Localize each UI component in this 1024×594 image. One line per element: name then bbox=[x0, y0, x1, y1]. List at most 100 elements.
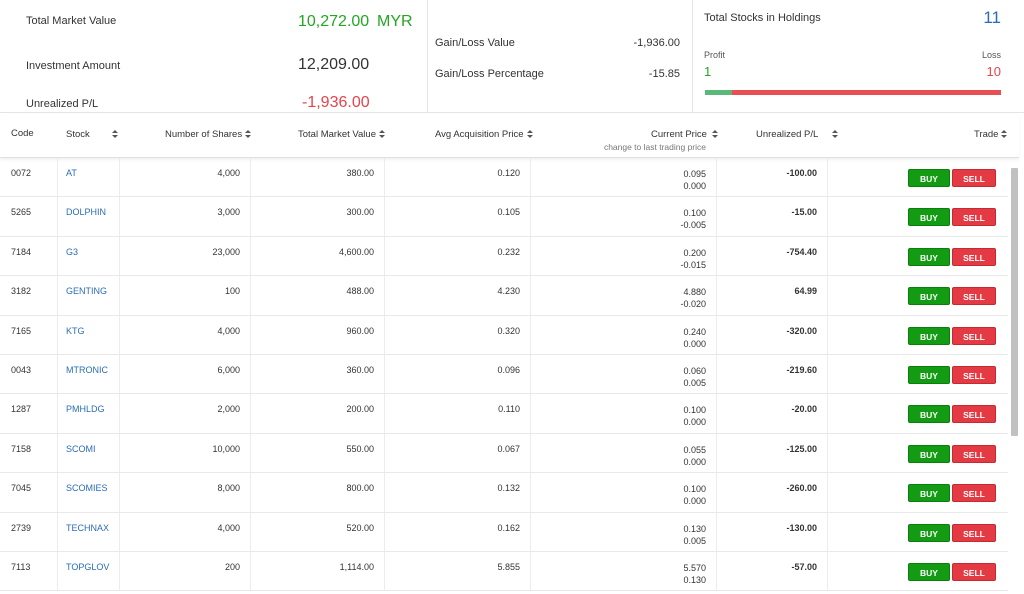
cell-trade: BUY SELL bbox=[828, 316, 1008, 354]
header-stock[interactable]: Stock bbox=[66, 128, 118, 140]
buy-button[interactable]: BUY bbox=[908, 208, 950, 227]
cell-stock-link[interactable]: TECHNAX bbox=[58, 512, 120, 551]
cell-avg-price: 0.110 bbox=[385, 394, 531, 433]
current-price-value: 0.100 bbox=[683, 484, 706, 495]
cell-shares: 3,000 bbox=[120, 197, 251, 236]
cell-unrealized-pl: -320.00 bbox=[717, 315, 828, 354]
cell-stock-link[interactable]: MTRONIC bbox=[58, 355, 120, 394]
header-shares[interactable]: Number of Shares bbox=[165, 128, 252, 140]
buy-button[interactable]: BUY bbox=[908, 405, 950, 424]
cell-trade: BUY SELL bbox=[828, 473, 1008, 511]
table-scrollbar[interactable] bbox=[1011, 168, 1018, 436]
sort-icon[interactable] bbox=[832, 130, 839, 139]
buy-button[interactable]: BUY bbox=[908, 247, 950, 266]
cell-market-value: 1,114.00 bbox=[251, 552, 385, 591]
total-stocks-label: Total Stocks in Holdings bbox=[704, 12, 821, 24]
cell-avg-price: 0.132 bbox=[385, 473, 531, 512]
holdings-table-body: 0072 AT 4,000 380.00 0.120 0.095 0.000 -100.00 B… bbox=[0, 158, 1008, 594]
buy-button[interactable]: BUY bbox=[908, 484, 950, 503]
current-price-value: 5.570 bbox=[683, 563, 706, 573]
sell-button[interactable]: SELL bbox=[952, 523, 996, 542]
header-trade-label: Trade bbox=[974, 129, 999, 140]
total-market-value-label: Total Market Value bbox=[26, 15, 117, 27]
price-change-value: 0.000 bbox=[683, 496, 706, 507]
sell-button[interactable]: SELL bbox=[952, 208, 996, 227]
buy-button[interactable]: BUY bbox=[908, 287, 950, 306]
current-price-value: 0.240 bbox=[683, 326, 706, 337]
cell-code: 2739 bbox=[0, 512, 58, 551]
cell-code: 7184 bbox=[0, 236, 58, 276]
cell-unrealized-pl: -100.00 bbox=[717, 158, 828, 197]
current-price-subheader: change to last trading price bbox=[603, 142, 706, 152]
sell-button[interactable]: SELL bbox=[952, 405, 996, 424]
cell-current-price: 0.240 0.000 bbox=[531, 315, 717, 354]
cell-code: 0072 bbox=[0, 158, 58, 197]
current-price-value: 0.200 bbox=[683, 247, 706, 258]
cell-stock-link[interactable]: SCOMI bbox=[58, 433, 120, 473]
unrealized-pl-value: -1,936.00 bbox=[302, 94, 370, 111]
cell-unrealized-pl: -130.00 bbox=[717, 512, 828, 551]
header-trade[interactable]: Trade bbox=[974, 128, 1008, 140]
sell-button[interactable]: SELL bbox=[952, 326, 996, 345]
cell-market-value: 488.00 bbox=[251, 276, 385, 315]
sell-button[interactable]: SELL bbox=[952, 563, 996, 581]
sort-icon[interactable] bbox=[245, 130, 252, 139]
header-unrealized-pl[interactable]: Unrealized P/L bbox=[756, 128, 839, 140]
sell-button[interactable]: SELL bbox=[952, 444, 996, 463]
cell-stock-link[interactable]: TOPGLOV bbox=[58, 552, 120, 591]
total-stocks-count: 11 bbox=[983, 8, 1001, 27]
header-market-value[interactable]: Total Market Value bbox=[298, 128, 385, 140]
sort-icon[interactable] bbox=[111, 130, 118, 139]
buy-button[interactable]: BUY bbox=[908, 444, 950, 463]
cell-code: 5265 bbox=[0, 197, 58, 236]
sort-icon[interactable] bbox=[378, 130, 385, 139]
cell-current-price: 0.055 0.000 bbox=[531, 433, 717, 473]
cell-current-price: 4.880 -0.020 bbox=[531, 276, 717, 315]
cell-stock-link[interactable]: KTG bbox=[58, 315, 120, 354]
header-avg-price-label: Avg Acquisition Price bbox=[435, 129, 524, 140]
header-code[interactable]: Code bbox=[11, 128, 34, 139]
header-avg-price[interactable]: Avg Acquisition Price bbox=[435, 128, 533, 140]
sell-button[interactable]: SELL bbox=[952, 287, 996, 306]
buy-button[interactable]: BUY bbox=[908, 366, 950, 384]
loss-label: Loss bbox=[981, 50, 1001, 60]
buy-button[interactable]: BUY bbox=[908, 563, 950, 581]
sort-icon[interactable] bbox=[1001, 130, 1008, 139]
cell-trade: BUY SELL bbox=[828, 276, 1008, 314]
cell-shares: 10,000 bbox=[120, 433, 251, 473]
sort-icon[interactable] bbox=[526, 130, 533, 139]
cell-code: 0043 bbox=[0, 355, 58, 394]
current-price-value: 0.060 bbox=[683, 366, 706, 376]
cell-unrealized-pl: -125.00 bbox=[717, 433, 828, 473]
current-price-value: 0.100 bbox=[683, 208, 706, 219]
cell-unrealized-pl: -57.00 bbox=[717, 552, 828, 591]
cell-stock-link[interactable]: PMHLDG bbox=[58, 394, 120, 433]
cell-shares: 4,000 bbox=[120, 512, 251, 551]
sell-button[interactable]: SELL bbox=[952, 169, 996, 187]
cell-stock-link[interactable]: AT bbox=[58, 158, 120, 197]
cell-shares: 23,000 bbox=[120, 236, 251, 276]
profit-label: Profit bbox=[704, 50, 726, 60]
cell-unrealized-pl: -15.00 bbox=[717, 197, 828, 236]
cell-stock-link[interactable]: G3 bbox=[58, 236, 120, 276]
buy-button[interactable]: BUY bbox=[908, 523, 950, 542]
sell-button[interactable]: SELL bbox=[952, 366, 996, 384]
buy-button[interactable]: BUY bbox=[908, 169, 950, 187]
unrealized-pl-label: Unrealized P/L bbox=[26, 98, 99, 110]
header-current-price[interactable]: Current Price bbox=[651, 128, 718, 140]
cell-current-price: 0.095 0.000 bbox=[531, 158, 717, 197]
cell-stock-link[interactable]: DOLPHIN bbox=[58, 197, 120, 236]
cell-stock-link[interactable]: GENTING bbox=[58, 276, 120, 315]
header-current-price-label: Current Price bbox=[651, 129, 707, 140]
sort-icon[interactable] bbox=[711, 130, 718, 139]
cell-stock-link[interactable]: SCOMIES bbox=[58, 473, 120, 512]
gain-loss-pct: -15.85 bbox=[648, 68, 680, 80]
cell-code: 3182 bbox=[0, 276, 58, 315]
price-change-value: 0.000 bbox=[683, 338, 706, 349]
gain-loss-pct-label: Gain/Loss Percentage bbox=[435, 68, 544, 80]
sell-button[interactable]: SELL bbox=[952, 484, 996, 503]
buy-button[interactable]: BUY bbox=[908, 326, 950, 345]
gain-loss-value: -1,936.00 bbox=[633, 37, 680, 49]
sell-button[interactable]: SELL bbox=[952, 247, 996, 266]
cell-market-value: 200.00 bbox=[251, 394, 385, 433]
